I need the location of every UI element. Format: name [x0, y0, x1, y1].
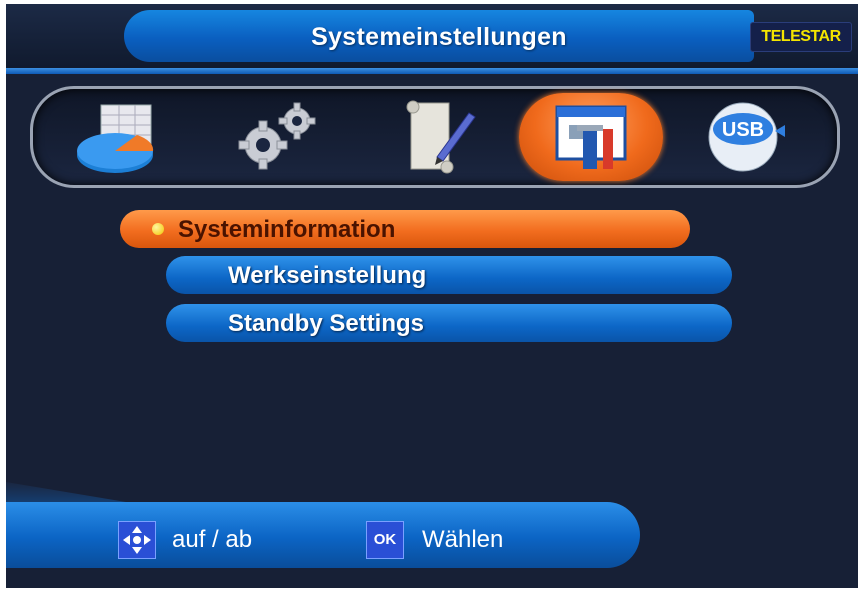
tab-tools[interactable] [377, 95, 497, 179]
title-banner: Systemeinstellungen [124, 10, 754, 62]
usb-disk-icon: USB [708, 102, 785, 172]
dpad-icon [118, 521, 156, 559]
selection-dot-icon [152, 223, 164, 235]
menu-item-label: Systeminformation [178, 216, 396, 243]
menu-item-systeminformation[interactable]: Systeminformation [120, 210, 690, 248]
footer-hint-bar [6, 502, 640, 568]
page-title: Systemeinstellungen [311, 23, 567, 51]
tab-system-settings[interactable] [519, 93, 663, 181]
ok-button-icon: OK [366, 521, 404, 559]
tv-menu-screen: Systemeinstellungen TELESTAR USB Systemi… [6, 4, 858, 588]
menu-item-label: Standby Settings [228, 310, 425, 337]
hint-select-label: Wählen [422, 526, 504, 553]
tab-settings[interactable] [217, 95, 337, 179]
category-icon-bar: USB [30, 86, 840, 188]
header-divider [6, 68, 858, 74]
scroll-pen-icon [406, 100, 476, 174]
svg-text:USB: USB [722, 119, 764, 141]
brand-logo: TELESTAR [750, 22, 852, 52]
hint-navigate-label: auf / ab [172, 526, 253, 553]
menu-item-label: Werkseinstellung [228, 262, 427, 289]
gears-icon [238, 102, 316, 170]
menu-item-werkseinstellung[interactable]: Werkseinstellung [166, 256, 732, 294]
tab-usb[interactable]: USB [687, 95, 807, 179]
menu-item-standby-settings[interactable]: Standby Settings [166, 304, 732, 342]
tab-media[interactable] [57, 95, 177, 179]
system-tools-icon [555, 105, 627, 169]
media-chart-icon [77, 104, 154, 173]
